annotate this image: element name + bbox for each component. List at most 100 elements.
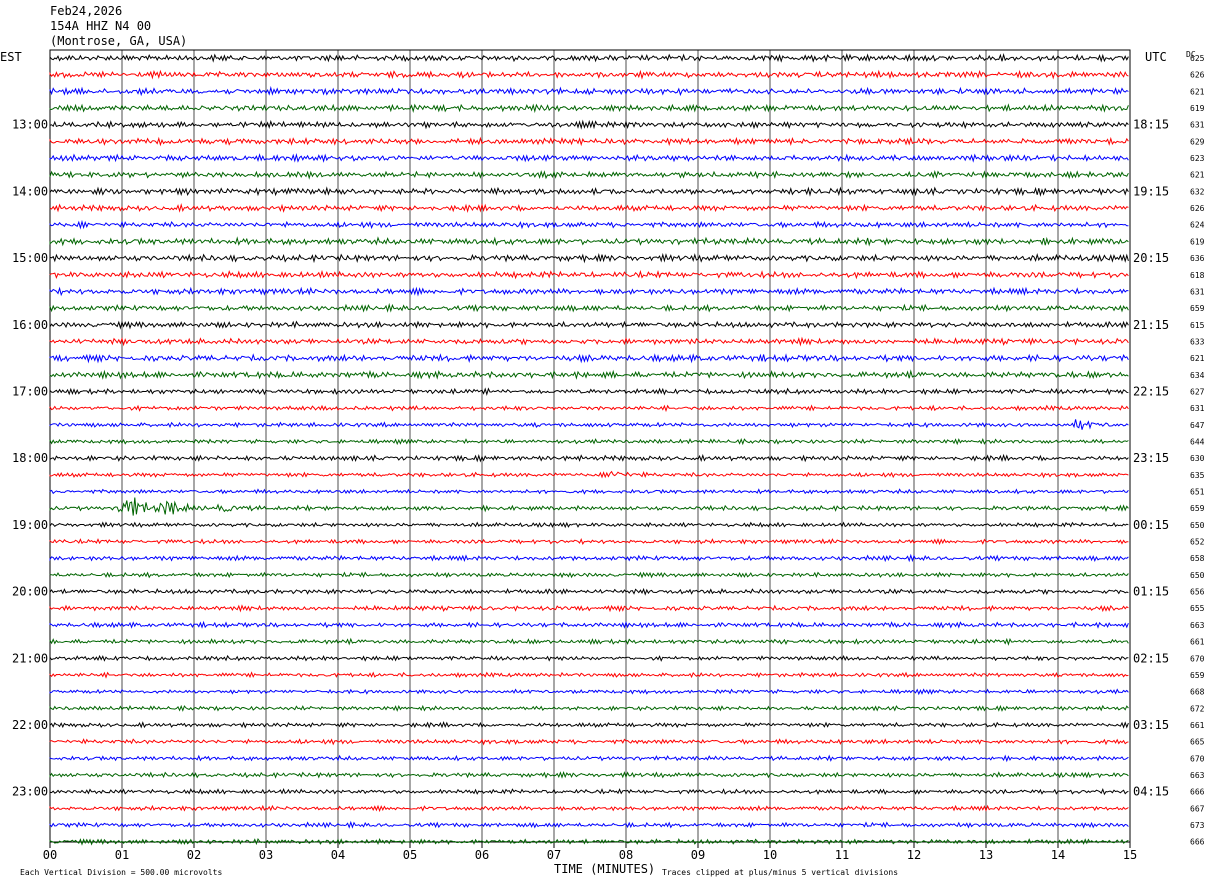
x-tick-label: 11: [835, 848, 849, 862]
seismic-trace-7: [49, 169, 1129, 180]
dc-value: 659: [1190, 671, 1205, 680]
dc-value: 621: [1190, 87, 1205, 96]
x-tick-label: 03: [259, 848, 273, 862]
seismic-trace-20: [49, 387, 1129, 397]
dc-value: 672: [1190, 704, 1205, 713]
seismic-trace-3: [49, 103, 1129, 114]
dc-value: 644: [1190, 438, 1205, 447]
trace-group: [49, 53, 1129, 846]
x-tick-label: 15: [1123, 848, 1137, 862]
utc-hour-label: 22:15: [1133, 385, 1169, 399]
dc-value: 626: [1190, 71, 1205, 80]
seismic-trace-21: [49, 404, 1129, 413]
seismic-trace-28: [49, 521, 1129, 529]
seismic-trace-36: [49, 654, 1129, 662]
x-tick-label: 01: [115, 848, 129, 862]
seismic-trace-43: [49, 771, 1129, 779]
dc-value: 632: [1190, 187, 1205, 196]
seismic-trace-1: [49, 69, 1129, 80]
seismic-trace-47: [49, 838, 1129, 846]
utc-hour-label: 19:15: [1133, 184, 1169, 198]
x-tick-label: 09: [691, 848, 705, 862]
dc-value: 627: [1190, 388, 1205, 397]
grid: [49, 49, 1131, 848]
seismic-trace-42: [49, 754, 1129, 763]
dc-value: 619: [1190, 237, 1205, 246]
x-tick-label: 06: [475, 848, 489, 862]
dc-value: 635: [1190, 471, 1205, 480]
dc-value: 668: [1190, 688, 1205, 697]
seismic-trace-35: [49, 637, 1129, 646]
dc-value: 673: [1190, 821, 1205, 830]
dc-value: 619: [1190, 104, 1205, 113]
left-axis-label: EST: [0, 50, 22, 64]
dc-value: 618: [1190, 271, 1205, 280]
dc-value: 663: [1190, 621, 1205, 630]
utc-hour-label: 02:15: [1133, 651, 1169, 665]
x-tick-label: 00: [43, 848, 57, 862]
dc-value: 651: [1190, 488, 1205, 497]
seismic-trace-24: [49, 453, 1129, 463]
seismic-trace-12: [49, 252, 1129, 264]
est-hour-label: 21:00: [12, 651, 48, 665]
seismic-trace-30: [49, 553, 1129, 563]
x-axis-label: TIME (MINUTES): [554, 862, 655, 876]
dc-value: 661: [1190, 638, 1205, 647]
clip-note: Traces clipped at plus/minus 5 vertical …: [662, 868, 898, 877]
x-tick-label: 12: [907, 848, 921, 862]
seismic-trace-40: [49, 721, 1129, 729]
dc-value: 631: [1190, 287, 1205, 296]
seismic-trace-26: [49, 488, 1129, 495]
seismic-trace-16: [49, 320, 1129, 330]
dc-value: 629: [1190, 137, 1205, 146]
seismic-trace-6: [49, 153, 1129, 163]
est-hour-label: 16:00: [12, 318, 48, 332]
seismic-trace-14: [49, 286, 1129, 297]
est-hour-label: 22:00: [12, 718, 48, 732]
seismic-trace-22: [49, 419, 1129, 430]
dc-value: 663: [1190, 771, 1205, 780]
dc-value: 656: [1190, 588, 1205, 597]
est-hour-label: 15:00: [12, 251, 48, 265]
dc-value: 621: [1190, 171, 1205, 180]
seismic-trace-4: [49, 119, 1129, 130]
dc-value: 621: [1190, 354, 1205, 363]
seismic-trace-0: [49, 53, 1129, 63]
x-tick-label: 05: [403, 848, 417, 862]
est-hour-label: 20:00: [12, 585, 48, 599]
seismogram-plot: 00 01 02 03 04 05 06 07 08 09 10 11 12 13 14 1562562662…: [0, 49, 1205, 877]
seismic-trace-39: [49, 704, 1129, 712]
dc-value: 631: [1190, 404, 1205, 413]
seismic-trace-46: [49, 820, 1129, 829]
utc-hour-label: 01:15: [1133, 585, 1169, 599]
dc-value: 624: [1190, 221, 1205, 230]
dc-value: 670: [1190, 754, 1205, 763]
utc-hour-label: 18:15: [1133, 118, 1169, 132]
x-tick-label: 07: [547, 848, 561, 862]
seismic-trace-33: [49, 604, 1129, 613]
seismic-trace-5: [49, 136, 1129, 147]
dc-value: 666: [1190, 788, 1205, 797]
seismic-trace-10: [49, 219, 1129, 230]
dc-value: 634: [1190, 371, 1205, 380]
seismic-trace-38: [49, 688, 1129, 696]
utc-hour-label: 03:15: [1133, 718, 1169, 732]
dc-value: 665: [1190, 738, 1205, 747]
x-tick-label: 10: [763, 848, 777, 862]
x-tick-label: 13: [979, 848, 993, 862]
plot-frame: [49, 49, 1131, 843]
dc-value: 623: [1190, 154, 1205, 163]
seismic-trace-41: [49, 738, 1129, 746]
seismic-trace-45: [49, 804, 1129, 813]
dc-value: 626: [1190, 204, 1205, 213]
dc-value: 650: [1190, 571, 1205, 580]
utc-hour-label: 21:15: [1133, 318, 1169, 332]
dc-value: 661: [1190, 721, 1205, 730]
seismic-trace-18: [49, 353, 1129, 364]
seismic-trace-31: [49, 571, 1129, 579]
scale-note: Each Vertical Division = 500.00 microvol…: [20, 868, 222, 877]
est-hour-label: 17:00: [12, 385, 48, 399]
seismic-trace-19: [49, 369, 1129, 380]
seismic-trace-9: [49, 202, 1129, 213]
seismic-trace-29: [49, 538, 1129, 546]
